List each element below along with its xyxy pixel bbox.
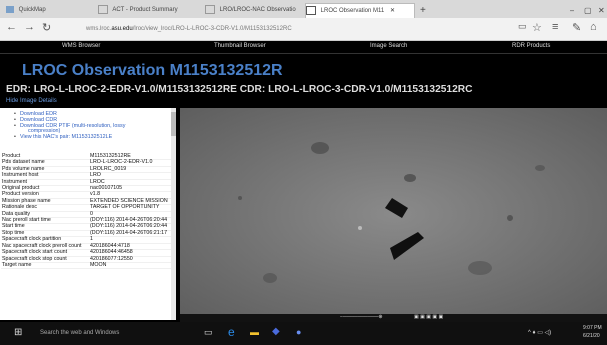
detail-value: (DOY:116) 2014-04-26T06:21:17 — [89, 230, 176, 238]
product-details-table: Product M1153132512RE Pds dataset name LRO-… — [1, 153, 176, 270]
clock-date: 6/21/20 — [583, 333, 600, 339]
taskbar: ⊞ Search the web and Windows ▭ e ▬ ◆ ● ^… — [0, 322, 607, 345]
hub-icon[interactable]: ≡ — [552, 21, 558, 33]
detail-row: Target name MOON — [1, 262, 176, 270]
hide-image-details-link[interactable]: Hide Image Details — [6, 98, 57, 104]
reading-view-icon[interactable]: ▭ — [518, 21, 527, 32]
quickmap-icon — [6, 5, 14, 13]
page-icon — [98, 4, 108, 14]
tab-lroc-observation[interactable]: LROC Observation M11 ✕ — [305, 3, 415, 19]
url-field[interactable]: wms.lroc.asu.edu/lroc/view_lroc/LRO-L-LR… — [86, 22, 486, 36]
scrollbar-thumb[interactable] — [171, 112, 176, 136]
new-tab-button[interactable]: + — [420, 3, 426, 18]
close-tab-icon[interactable]: ✕ — [390, 8, 395, 14]
forward-icon[interactable]: → — [24, 21, 35, 33]
detail-value: MOON — [89, 262, 176, 270]
download-links: Download EDR Download CDR Download CDR P… — [14, 111, 164, 141]
nav-wms-browser[interactable]: WMS Browser — [62, 43, 100, 49]
nav-thumbnail-browser[interactable]: Thumbnail Browser — [214, 43, 266, 49]
lunar-image-viewer[interactable] — [180, 108, 607, 320]
lunar-surface — [180, 108, 607, 320]
page-icon — [306, 5, 316, 15]
browser-tab-bar: QuickMap ACT - Product Summary LRO/LROC-… — [0, 0, 607, 19]
nav-image-search[interactable]: Image Search — [370, 43, 407, 49]
nav-rdr-products[interactable]: RDR Products — [512, 43, 550, 49]
search-box[interactable]: Search the web and Windows — [40, 330, 119, 336]
clock-time: 9:07 PM — [583, 325, 602, 331]
tab-quickmap[interactable]: QuickMap — [6, 3, 86, 18]
page-title: LROC Observation M1153132512R — [22, 62, 283, 79]
page-icon — [205, 4, 215, 14]
detail-key: Target name — [1, 262, 89, 270]
task-view-icon[interactable]: ▭ — [204, 327, 213, 338]
minimize-icon[interactable]: – — [570, 3, 574, 18]
page-subtitle: EDR: LRO-L-LROC-2-EDR-V1.0/M1153132512RE… — [6, 84, 473, 95]
tab-lroc-nac[interactable]: LRO/LROC-NAC Observatio — [205, 3, 297, 18]
address-bar-row: ← → ↻ wms.lroc.asu.edu/lroc/view_lroc/LR… — [0, 18, 607, 41]
zoom-slider[interactable]: −──────────⊕ — [340, 314, 383, 320]
maximize-icon[interactable]: ▢ — [584, 3, 592, 18]
tray-icons[interactable]: ^ ♦ ▭ ◁) — [528, 329, 551, 336]
details-scrollbar[interactable] — [171, 108, 176, 320]
file-explorer-icon[interactable]: ▬ — [250, 327, 259, 337]
tab-act-product-summary[interactable]: ACT - Product Summary — [98, 3, 190, 18]
edge-icon[interactable]: e — [228, 325, 235, 339]
back-icon[interactable]: ← — [6, 21, 17, 33]
zoom-buttons[interactable]: ▣ ▣ ▣ ▣ ▣ — [414, 314, 443, 320]
web-note-icon[interactable]: ✎ — [572, 21, 581, 34]
app-icon[interactable]: ● — [296, 327, 301, 337]
image-details-panel: Download EDR Download CDR Download CDR P… — [0, 108, 176, 320]
share-icon[interactable]: ⌂ — [590, 21, 597, 33]
favorite-star-icon[interactable]: ☆ — [532, 21, 542, 34]
view-pair-link[interactable]: View this NAC's pair: M1153132512LE — [14, 134, 164, 141]
close-window-icon[interactable]: ✕ — [598, 3, 605, 18]
refresh-icon[interactable]: ↻ — [42, 21, 51, 34]
store-icon[interactable]: ◆ — [272, 326, 280, 337]
zoom-toolbar: −──────────⊕ ▣ ▣ ▣ ▣ ▣ — [180, 314, 607, 322]
page-header: LROC Observation M1153132512R EDR: LRO-L… — [0, 54, 607, 106]
site-nav: WMS Browser Thumbnail Browser Image Sear… — [0, 41, 607, 54]
windows-start-icon[interactable]: ⊞ — [14, 327, 22, 338]
